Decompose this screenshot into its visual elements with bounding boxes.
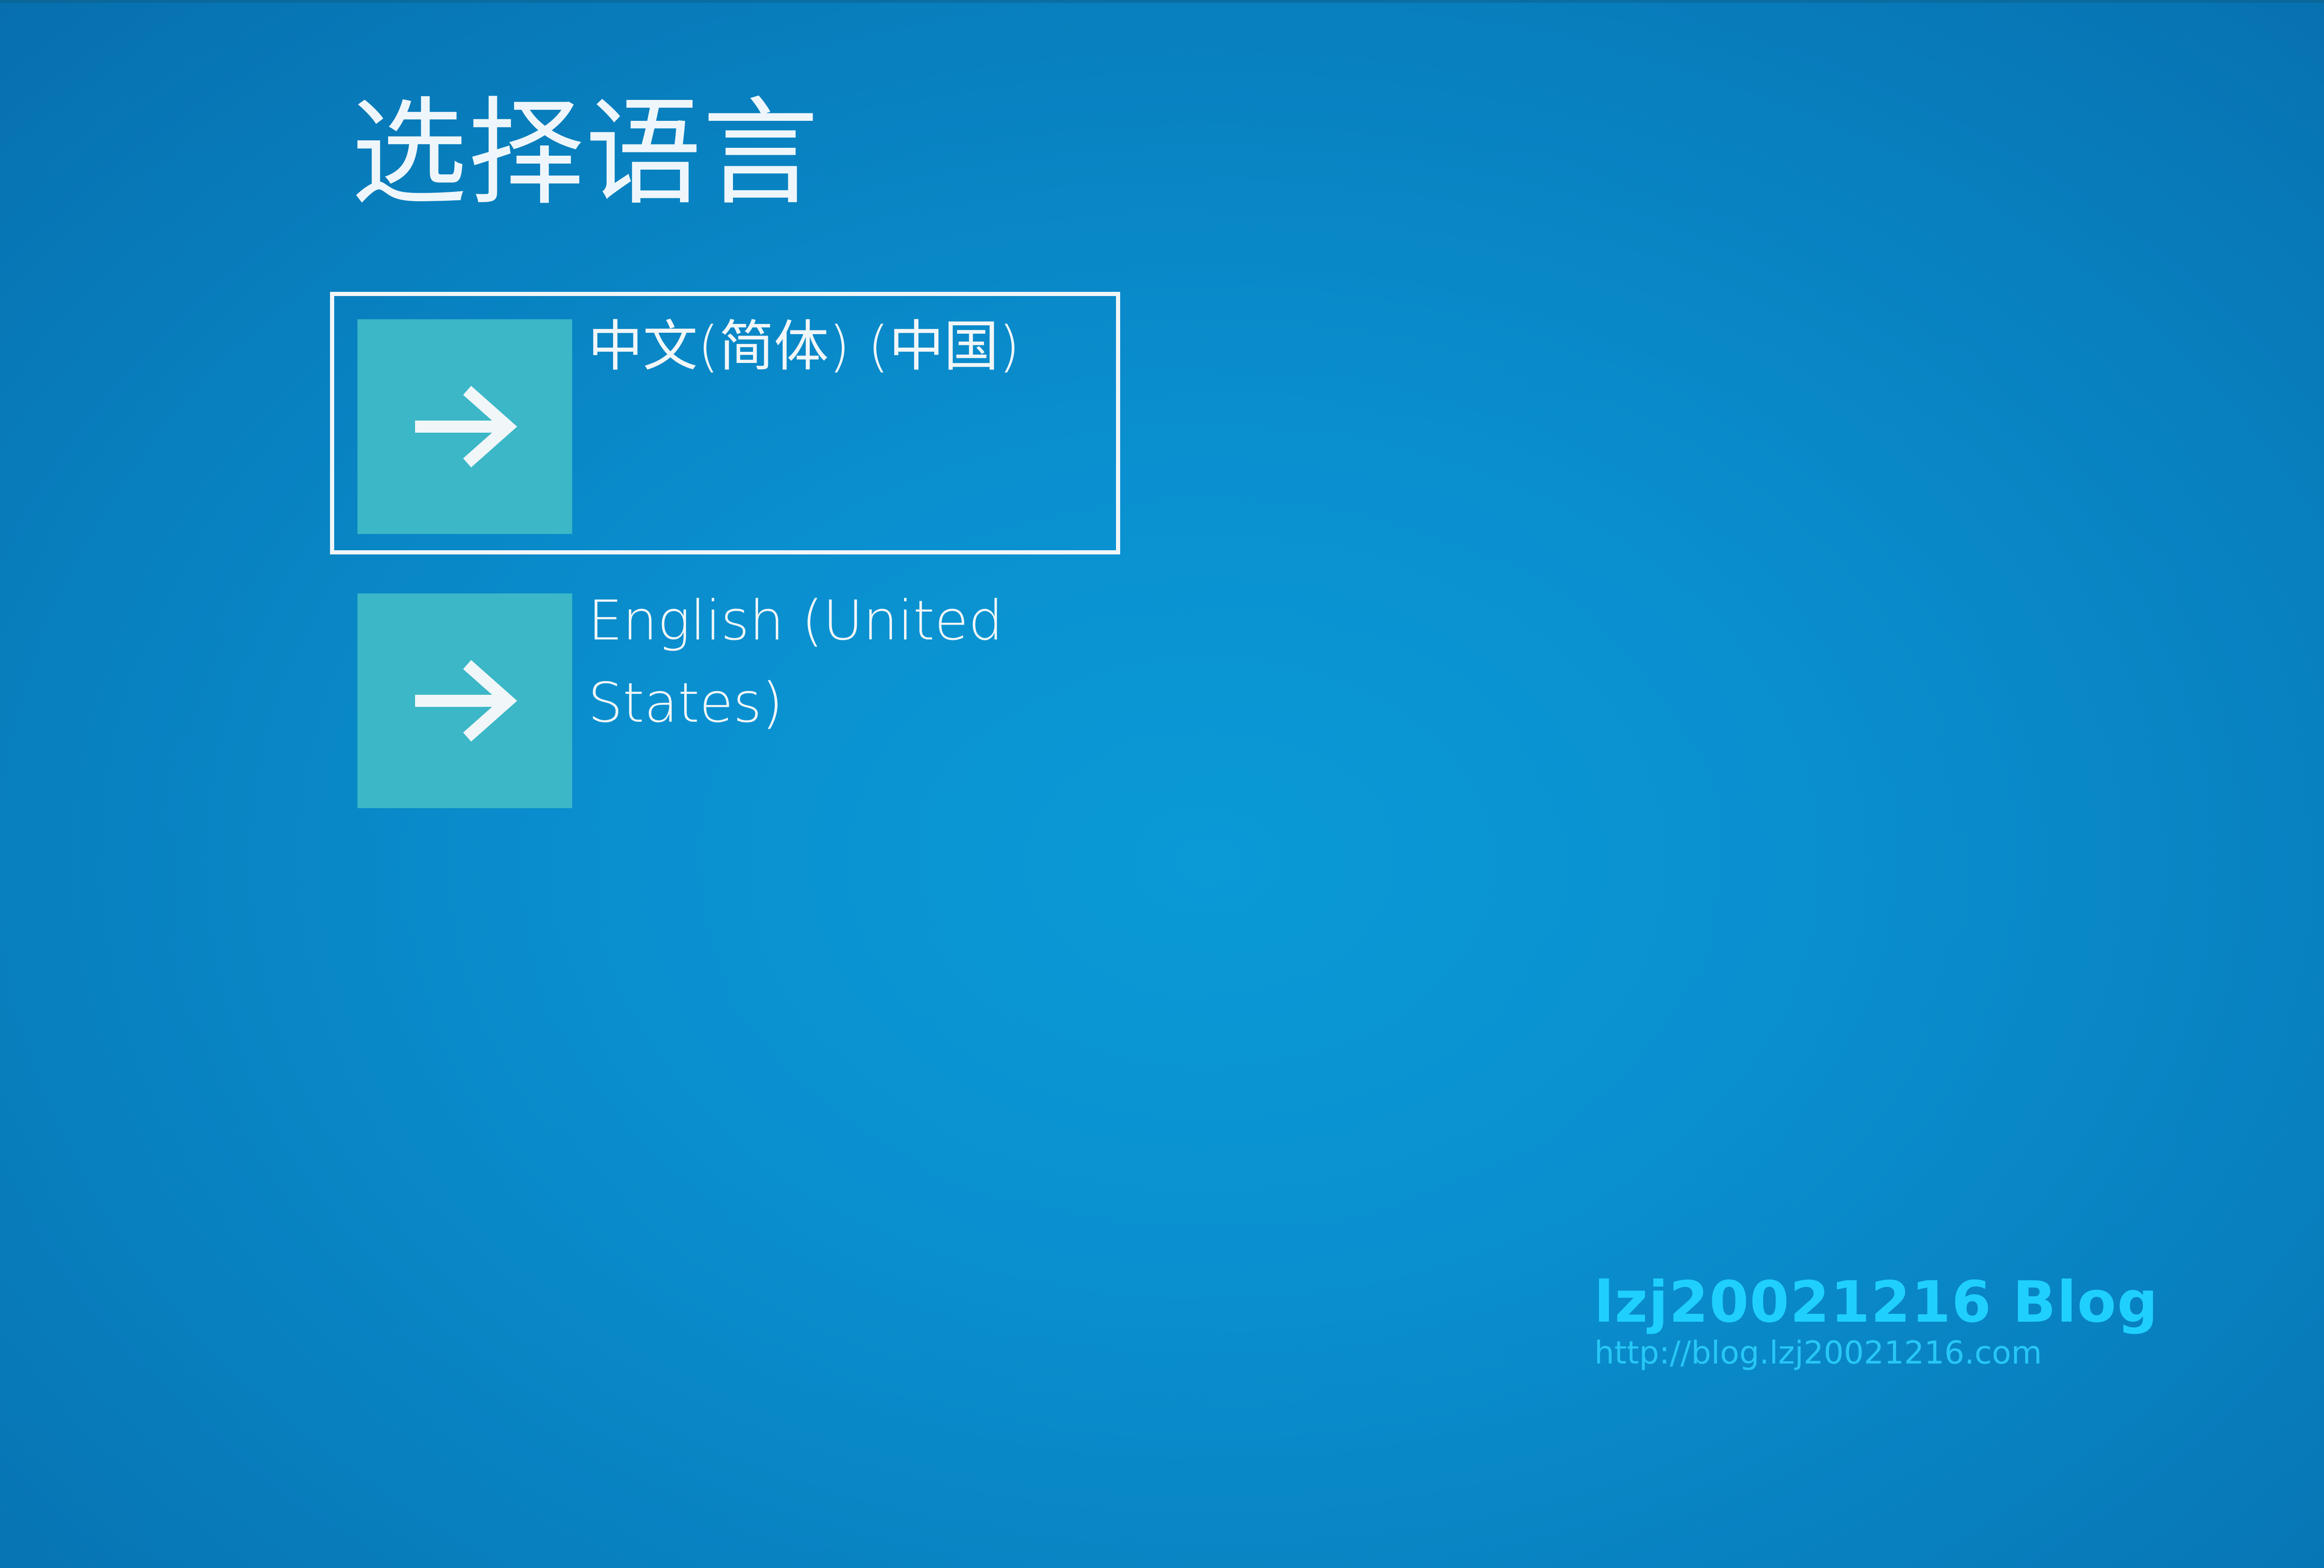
arrow-right-icon	[415, 660, 517, 742]
language-label: 中文(简体) (中国)	[588, 314, 1020, 378]
watermark-title: lzj20021216 Blog	[1594, 1269, 2159, 1335]
arrow-right-icon	[415, 386, 517, 468]
language-option-chinese-simplified[interactable]: 中文(简体) (中国)	[330, 292, 1120, 554]
blog-watermark: lzj20021216 Blog http://blog.lzj20021216…	[1594, 1269, 2159, 1372]
watermark-url: http://blog.lzj20021216.com	[1594, 1335, 2042, 1372]
language-tile[interactable]	[357, 593, 572, 808]
top-edge	[0, 0, 2324, 3]
language-label: English (United States)	[588, 588, 1004, 735]
page-title: 选择语言	[351, 86, 819, 221]
language-option-english-us[interactable]: English (United States)	[330, 566, 1120, 829]
language-tile[interactable]	[357, 319, 572, 534]
recovery-language-screen: 选择语言 中文(简体) (中国) English (United States)…	[0, 0, 2324, 1568]
